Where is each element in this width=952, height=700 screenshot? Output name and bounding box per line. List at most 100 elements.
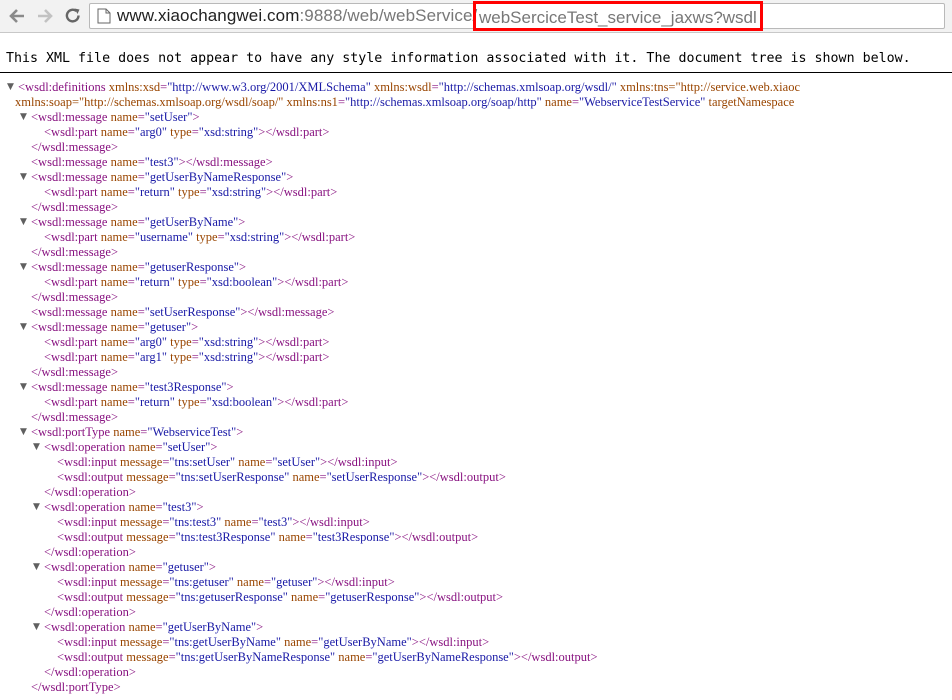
- xml-line-text: </wsdl:portType>: [31, 680, 121, 694]
- forward-arrow-icon: [38, 9, 53, 23]
- xml-line: ▼ <wsdl:message name="test3Response">: [0, 380, 952, 395]
- xml-line-text: </wsdl:operation>: [44, 485, 136, 499]
- xml-line: </wsdl:message>: [0, 410, 952, 425]
- xml-line: ▼ <wsdl:message name="getUserByNameRespon…: [0, 170, 952, 185]
- xml-line-text: <wsdl:message name="getUserByName">: [31, 215, 246, 229]
- xml-line-text: <wsdl:output message="tns:setUserRespons…: [57, 470, 506, 484]
- xml-line: <wsdl:part name="arg0" type="xsd:string"…: [0, 335, 952, 350]
- xml-line: ▼ <wsdl:definitions xmlns:xsd="http://www…: [0, 80, 952, 95]
- xml-line: </wsdl:portType>: [0, 680, 952, 695]
- xml-line-text: <wsdl:part name="return" type="xsd:boole…: [44, 395, 349, 409]
- xml-line-text: <wsdl:input message="tns:test3" name="te…: [57, 515, 370, 529]
- xml-line-text: <wsdl:input message="tns:getuser" name="…: [57, 575, 395, 589]
- xml-tree: ▼ <wsdl:definitions xmlns:xsd="http://www…: [0, 73, 952, 695]
- back-button[interactable]: [6, 5, 28, 27]
- xml-line: <wsdl:input message="tns:test3" name="te…: [0, 515, 952, 530]
- xml-line: </wsdl:operation>: [0, 665, 952, 680]
- collapse-toggle-icon[interactable]: ▼: [32, 620, 41, 635]
- xml-line-text: <wsdl:operation name="test3">: [44, 500, 204, 514]
- xml-line-text: <wsdl:part name="return" type="xsd:strin…: [44, 185, 338, 199]
- xml-line: <wsdl:input message="tns:getuser" name="…: [0, 575, 952, 590]
- url-path: :9888/web/webService/: [299, 6, 478, 25]
- reload-button[interactable]: [62, 5, 84, 27]
- xml-line: </wsdl:operation>: [0, 485, 952, 500]
- xml-line-text: <wsdl:portType name="WebserviceTest">: [31, 425, 244, 439]
- collapse-toggle-icon[interactable]: ▼: [19, 260, 28, 275]
- xml-line: ▼ <wsdl:portType name="WebserviceTest">: [0, 425, 952, 440]
- collapse-toggle-icon[interactable]: ▼: [19, 380, 28, 395]
- xml-line: <wsdl:output message="tns:getUserByNameR…: [0, 650, 952, 665]
- xml-line-text: </wsdl:message>: [31, 140, 119, 154]
- url-host: www.xiaochangwei.com: [117, 6, 300, 25]
- xml-line: <wsdl:part name="return" type="xsd:strin…: [0, 185, 952, 200]
- xml-line-text: </wsdl:message>: [31, 410, 119, 424]
- collapse-toggle-icon[interactable]: ▼: [19, 425, 28, 440]
- xml-line-text: <wsdl:part name="return" type="xsd:boole…: [44, 275, 349, 289]
- url-text: www.xiaochangwei.com:9888/web/webService…: [117, 6, 477, 26]
- xml-line-text: <wsdl:message name="test3"></wsdl:messag…: [31, 155, 273, 169]
- page-icon: [97, 8, 111, 24]
- xml-line: ▼ <wsdl:message name="setUser">: [0, 110, 952, 125]
- xml-line-text: <wsdl:input message="tns:getUserByName" …: [57, 635, 490, 649]
- xml-line: xmlns:soap="http://schemas.xmlsoap.org/w…: [0, 95, 952, 110]
- xml-line-text: </wsdl:message>: [31, 245, 119, 259]
- collapse-toggle-icon[interactable]: ▼: [32, 500, 41, 515]
- xml-line: ▼ <wsdl:operation name="setUser">: [0, 440, 952, 455]
- xml-line: ▼ <wsdl:message name="getUserByName">: [0, 215, 952, 230]
- collapse-toggle-icon[interactable]: ▼: [32, 440, 41, 455]
- xml-line: </wsdl:message>: [0, 365, 952, 380]
- xml-line-text: </wsdl:message>: [31, 290, 119, 304]
- xml-line-text: xmlns:soap="http://schemas.xmlsoap.org/w…: [15, 95, 795, 109]
- xml-line-text: <wsdl:part name="arg0" type="xsd:string"…: [44, 125, 330, 139]
- xml-line: </wsdl:message>: [0, 290, 952, 305]
- xml-line-text: <wsdl:message name="getuserResponse">: [31, 260, 247, 274]
- xml-line: ▼ <wsdl:operation name="getuser">: [0, 560, 952, 575]
- browser-toolbar: www.xiaochangwei.com:9888/web/webService…: [0, 0, 952, 33]
- collapse-toggle-icon[interactable]: ▼: [19, 320, 28, 335]
- xml-line-text: <wsdl:part name="arg0" type="xsd:string"…: [44, 335, 330, 349]
- xml-line: <wsdl:output message="tns:setUserRespons…: [0, 470, 952, 485]
- xml-line: <wsdl:part name="arg0" type="xsd:string"…: [0, 125, 952, 140]
- xml-line: ▼ <wsdl:message name="getuser">: [0, 320, 952, 335]
- reload-icon: [65, 8, 80, 23]
- xml-line-text: </wsdl:operation>: [44, 665, 136, 679]
- xml-line: <wsdl:output message="tns:test3Response"…: [0, 530, 952, 545]
- xml-line-text: <wsdl:part name="username" type="xsd:str…: [44, 230, 356, 244]
- xml-line-text: <wsdl:operation name="setUser">: [44, 440, 218, 454]
- collapse-toggle-icon[interactable]: ▼: [19, 170, 28, 185]
- xml-line-text: <wsdl:message name="getuser">: [31, 320, 199, 334]
- xml-line: <wsdl:input message="tns:getUserByName" …: [0, 635, 952, 650]
- xml-line: </wsdl:message>: [0, 245, 952, 260]
- xml-line-text: <wsdl:definitions xmlns:xsd="http://www.…: [18, 80, 800, 94]
- collapse-toggle-icon[interactable]: ▼: [19, 110, 28, 125]
- xml-line: ▼ <wsdl:operation name="getUserByName">: [0, 620, 952, 635]
- xml-line: <wsdl:part name="username" type="xsd:str…: [0, 230, 952, 245]
- xml-line: <wsdl:part name="return" type="xsd:boole…: [0, 395, 952, 410]
- xml-line-text: <wsdl:operation name="getUserByName">: [44, 620, 264, 634]
- collapse-toggle-icon[interactable]: ▼: [19, 215, 28, 230]
- xml-line: <wsdl:part name="return" type="xsd:boole…: [0, 275, 952, 290]
- xml-line: <wsdl:message name="test3"></wsdl:messag…: [0, 155, 952, 170]
- xml-line-text: </wsdl:operation>: [44, 545, 136, 559]
- xml-line-text: <wsdl:output message="tns:getUserByNameR…: [57, 650, 598, 664]
- xml-line: <wsdl:part name="arg1" type="xsd:string"…: [0, 350, 952, 365]
- forward-button[interactable]: [34, 5, 56, 27]
- xml-line: </wsdl:operation>: [0, 545, 952, 560]
- xml-line: <wsdl:output message="tns:getuserRespons…: [0, 590, 952, 605]
- xml-line-text: <wsdl:output message="tns:getuserRespons…: [57, 590, 504, 604]
- xml-line: ▼ <wsdl:message name="getuserResponse">: [0, 260, 952, 275]
- xml-line-text: <wsdl:part name="arg1" type="xsd:string"…: [44, 350, 330, 364]
- xml-line-text: <wsdl:message name="getUserByNameRespons…: [31, 170, 294, 184]
- collapse-toggle-icon[interactable]: ▼: [6, 80, 15, 95]
- back-arrow-icon: [9, 9, 24, 23]
- xml-line-text: </wsdl:operation>: [44, 605, 136, 619]
- xml-line-text: <wsdl:input message="tns:setUser" name="…: [57, 455, 398, 469]
- xml-line: </wsdl:message>: [0, 140, 952, 155]
- xml-line-text: <wsdl:message name="setUserResponse"></w…: [31, 305, 335, 319]
- collapse-toggle-icon[interactable]: ▼: [32, 560, 41, 575]
- address-bar[interactable]: www.xiaochangwei.com:9888/web/webService…: [89, 3, 945, 29]
- xml-line-text: </wsdl:message>: [31, 365, 119, 379]
- xml-line-text: <wsdl:output message="tns:test3Response"…: [57, 530, 479, 544]
- xml-line-text: <wsdl:operation name="getuser">: [44, 560, 216, 574]
- xml-line-text: <wsdl:message name="setUser">: [31, 110, 200, 124]
